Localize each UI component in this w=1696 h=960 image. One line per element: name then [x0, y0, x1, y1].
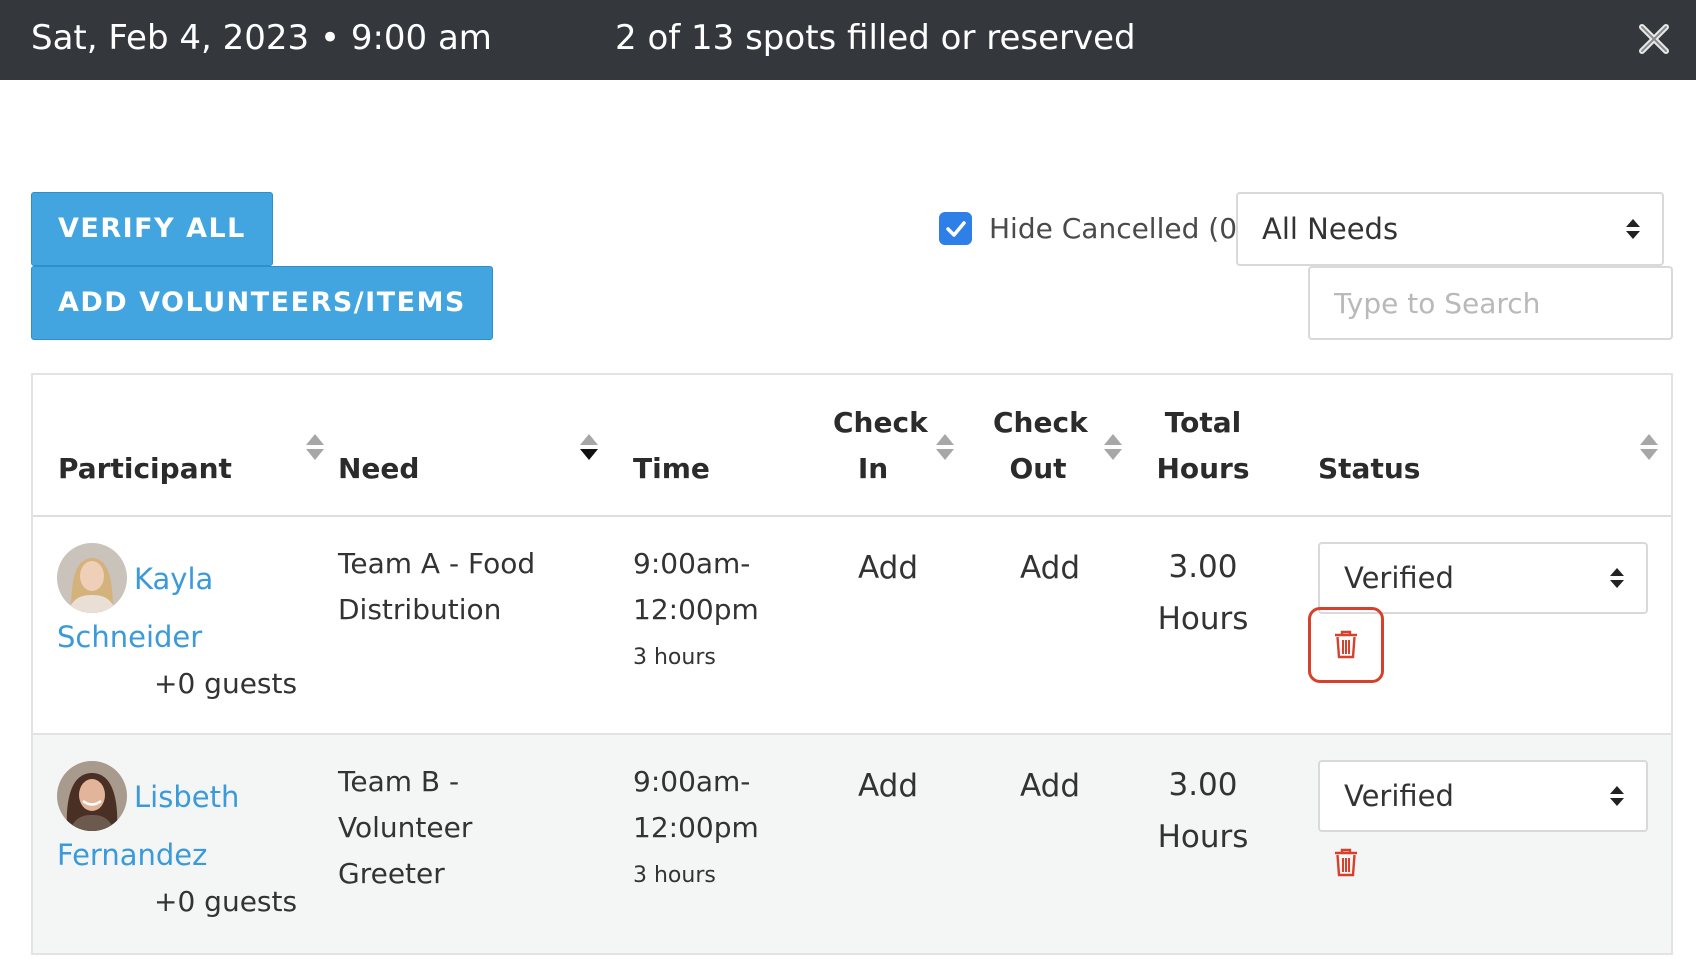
total-hours: 3.00 Hours: [1128, 759, 1278, 863]
sort-check-out-icon[interactable]: [1103, 432, 1123, 462]
check-out-add-link[interactable]: Add: [1020, 768, 1080, 804]
column-total-hours: Total Hours: [1138, 400, 1268, 492]
table-row: Kayla Schneider +0 guests Team A - Food …: [33, 517, 1671, 735]
column-check-out-line2: Out: [1009, 452, 1067, 485]
status-select[interactable]: Verified: [1318, 760, 1648, 832]
hide-cancelled-toggle[interactable]: Hide Cancelled (0): [939, 212, 1248, 245]
column-total-hours-line1: Total: [1164, 406, 1242, 439]
participant-last-name[interactable]: Fernandez: [57, 826, 207, 884]
total-hours-value: 3.00: [1168, 767, 1238, 803]
need-line: Distribution: [338, 593, 502, 626]
column-participant: Participant: [58, 452, 232, 485]
close-icon[interactable]: [1637, 22, 1671, 56]
total-hours-value: 3.00: [1168, 549, 1238, 585]
sort-check-in-icon[interactable]: [935, 432, 955, 462]
modal-header: Sat, Feb 4, 2023 • 9:00 am 2 of 13 spots…: [0, 0, 1696, 80]
column-check-out: Check Out: [993, 400, 1088, 492]
table-header: Participant Need Time Check In Check Out…: [33, 375, 1671, 517]
avatar: [57, 761, 127, 831]
need-line: Team A - Food: [338, 547, 536, 580]
select-arrows-icon: [1610, 786, 1624, 806]
column-status: Status: [1318, 452, 1421, 485]
column-total-hours-line2: Hours: [1156, 452, 1250, 485]
column-check-in-line2: In: [857, 452, 889, 485]
sort-status-icon[interactable]: [1639, 432, 1659, 462]
need-line: Team B -: [338, 765, 460, 798]
hide-cancelled-checkbox[interactable]: [939, 212, 972, 245]
need-line: Greeter: [338, 857, 445, 890]
column-check-in: Check In: [833, 400, 928, 492]
status-select[interactable]: Verified: [1318, 542, 1648, 614]
time-start: 9:00am-: [633, 765, 751, 798]
time-end: 12:00pm: [633, 811, 759, 844]
trash-icon[interactable]: [1333, 629, 1359, 659]
total-hours: 3.00 Hours: [1128, 541, 1278, 645]
total-hours-unit: Hours: [1157, 819, 1249, 855]
needs-filter-value: All Needs: [1262, 212, 1399, 246]
check-out-add-link[interactable]: Add: [1020, 550, 1080, 586]
time-end: 12:00pm: [633, 593, 759, 626]
guest-count: +0 guests: [154, 667, 298, 700]
duration: 3 hours: [633, 645, 716, 670]
sort-participant-icon[interactable]: [305, 432, 325, 462]
participants-table: Participant Need Time Check In Check Out…: [31, 373, 1673, 955]
table-row: Lisbeth Fernandez +0 guests Team B - Vol…: [33, 735, 1671, 953]
total-hours-unit: Hours: [1157, 601, 1249, 637]
event-date: Sat, Feb 4, 2023 • 9:00 am: [31, 18, 492, 58]
status-value: Verified: [1344, 779, 1454, 813]
need-line: Volunteer: [338, 811, 473, 844]
checkmark-icon: [945, 220, 966, 237]
need-cell: Team B - Volunteer Greeter: [338, 759, 472, 897]
column-time: Time: [633, 452, 710, 485]
select-arrows-icon: [1626, 219, 1640, 239]
verify-all-button[interactable]: VERIFY ALL: [31, 192, 273, 266]
check-in-add-link[interactable]: Add: [858, 550, 918, 586]
check-in-add-link[interactable]: Add: [858, 768, 918, 804]
sort-need-icon[interactable]: [579, 432, 599, 462]
avatar: [57, 543, 127, 613]
participant-first-name[interactable]: Lisbeth: [134, 768, 239, 826]
column-check-out-line1: Check: [993, 406, 1088, 439]
status-value: Verified: [1344, 561, 1454, 595]
time-start: 9:00am-: [633, 547, 751, 580]
participant-first-name[interactable]: Kayla: [134, 550, 213, 608]
participant-last-name[interactable]: Schneider: [57, 608, 202, 666]
time-cell: 9:00am- 12:00pm: [633, 541, 759, 633]
duration: 3 hours: [633, 863, 716, 888]
time-cell: 9:00am- 12:00pm: [633, 759, 759, 851]
guest-count: +0 guests: [154, 885, 298, 918]
hide-cancelled-label: Hide Cancelled (0): [989, 212, 1248, 245]
search-input[interactable]: [1308, 266, 1673, 340]
need-cell: Team A - Food Distribution: [338, 541, 535, 633]
needs-filter-select[interactable]: All Needs: [1236, 192, 1664, 266]
add-volunteers-button[interactable]: ADD VOLUNTEERS/ITEMS: [31, 266, 493, 340]
column-need: Need: [338, 452, 420, 485]
column-check-in-line1: Check: [833, 406, 928, 439]
select-arrows-icon: [1610, 568, 1624, 588]
spots-summary: 2 of 13 spots filled or reserved: [615, 18, 1136, 58]
trash-icon[interactable]: [1333, 847, 1359, 877]
